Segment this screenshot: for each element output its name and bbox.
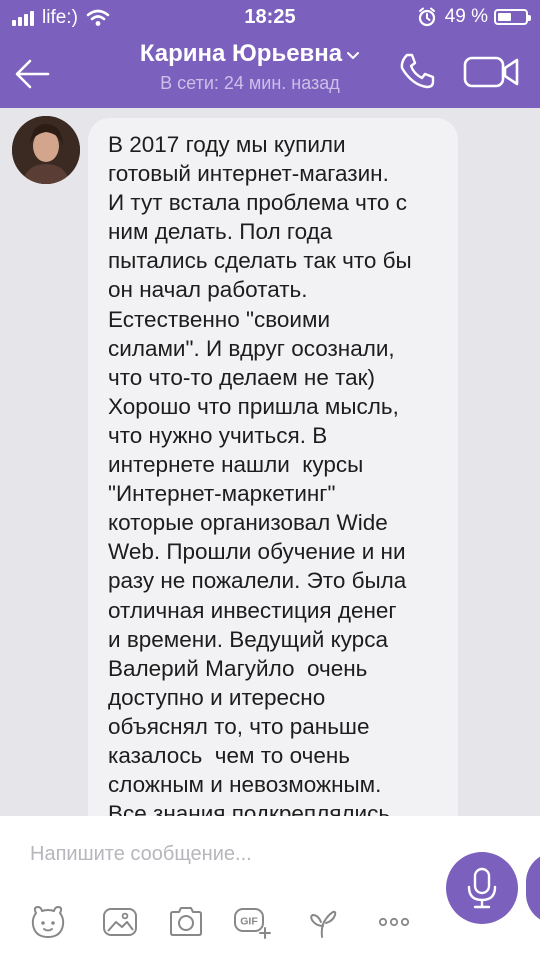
back-arrow-icon[interactable]: [10, 52, 54, 96]
battery-percent: 49 %: [444, 6, 488, 27]
alarm-icon: [418, 7, 435, 27]
contact-name: Карина Юрьевна: [139, 40, 343, 67]
camera-icon[interactable]: [166, 904, 206, 940]
contact-name-row[interactable]: Карина Юрьевна: [110, 40, 390, 68]
chevron-down-icon: [347, 51, 360, 59]
hidden-action-button-edge[interactable]: [526, 852, 540, 924]
contact-title[interactable]: Карина Юрьевна В сети: 24 мин. назад: [110, 40, 390, 94]
avatar-photo: [12, 116, 80, 184]
chat-screen: life:) 18:25 49 % Карина Юрьевна В сети:…: [0, 0, 540, 960]
image-icon[interactable]: [100, 904, 140, 940]
avatar[interactable]: [12, 116, 80, 184]
chat-header: life:) 18:25 49 % Карина Юрьевна В сети:…: [0, 0, 540, 108]
sticker-icon[interactable]: [28, 904, 68, 940]
doodle-icon[interactable]: [302, 904, 342, 940]
incoming-message-bubble[interactable]: В 2017 году мы купили готовый интернет-м…: [88, 118, 458, 816]
contact-status: В сети: 24 мин. назад: [160, 73, 340, 93]
message-composer: GIF: [0, 816, 540, 960]
phone-icon[interactable]: [396, 50, 438, 92]
gif-add-icon[interactable]: GIF: [232, 904, 272, 940]
message-text: В 2017 году мы купили готовый интернет-м…: [108, 132, 412, 816]
microphone-icon: [467, 867, 497, 909]
battery-icon: [494, 9, 531, 25]
microphone-button[interactable]: [446, 852, 518, 924]
message-list[interactable]: В 2017 году мы купили готовый интернет-м…: [0, 108, 540, 816]
status-bar: life:) 18:25 49 %: [0, 0, 540, 36]
more-icon[interactable]: [374, 904, 414, 940]
video-camera-icon[interactable]: [462, 52, 522, 92]
svg-text:GIF: GIF: [240, 916, 258, 928]
message-input[interactable]: [30, 838, 410, 870]
status-right: 49 %: [417, 6, 531, 28]
